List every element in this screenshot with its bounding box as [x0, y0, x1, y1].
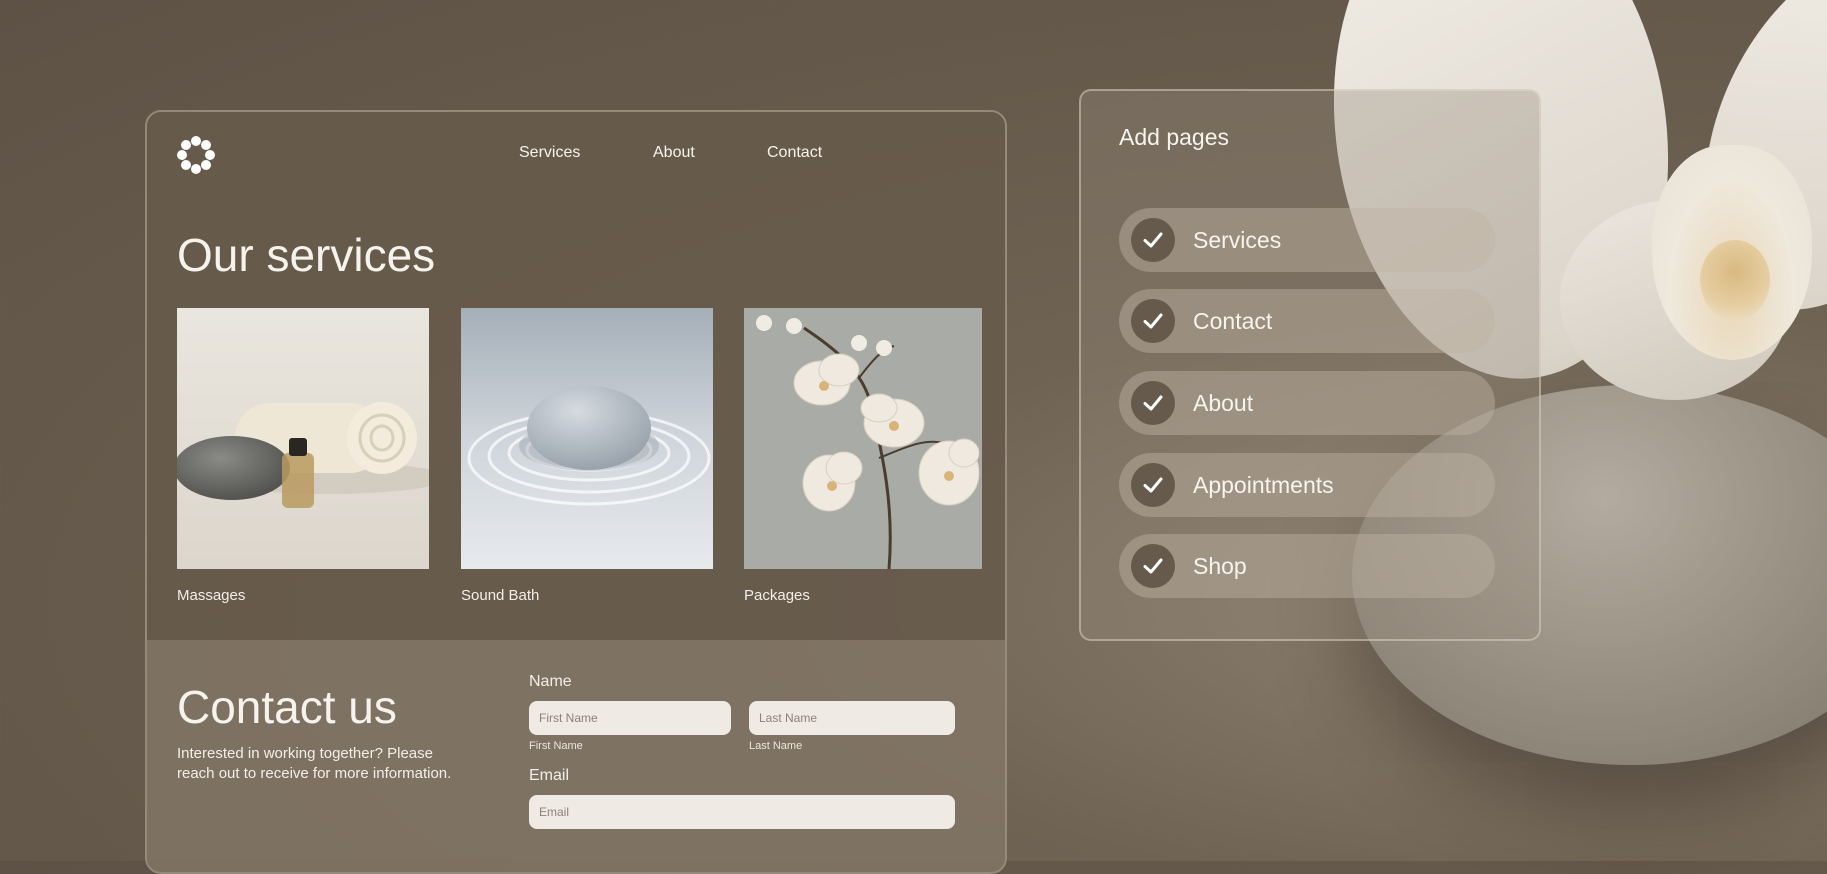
massages-image[interactable] [177, 308, 429, 569]
website-preview-card: Services About Contact Our services Mass… [145, 110, 1007, 874]
email-label: Email [529, 767, 570, 784]
checkmark-icon[interactable] [1131, 218, 1175, 262]
page-title: Our services [177, 229, 436, 281]
add-pages-title: Add pages [1119, 124, 1229, 150]
page-item-appointments[interactable]: Appointments [1119, 453, 1495, 517]
nav-link-contact[interactable]: Contact [767, 144, 822, 162]
last-name-caption: Last Name [749, 740, 803, 752]
page-item-label: About [1193, 389, 1254, 416]
checkmark-icon[interactable] [1131, 463, 1175, 507]
page-item-label: Services [1193, 226, 1282, 253]
service-label-packages[interactable]: Packages [744, 587, 810, 604]
add-pages-panel: Add pages Services Contact About Appoint… [1079, 89, 1541, 641]
page-item-contact[interactable]: Contact [1119, 289, 1495, 353]
service-label-massages[interactable]: Massages [177, 587, 245, 604]
last-name-input[interactable] [749, 701, 955, 735]
page-item-shop[interactable]: Shop [1119, 534, 1495, 598]
first-name-input[interactable] [529, 701, 731, 735]
packages-image[interactable] [744, 308, 982, 569]
nav-link-about[interactable]: About [653, 144, 695, 162]
nav-link-services[interactable]: Services [519, 144, 580, 162]
contact-title: Contact us [177, 681, 397, 733]
contact-description: Interested in working together? Please r… [177, 745, 452, 782]
checkmark-icon[interactable] [1131, 299, 1175, 343]
checkmark-icon[interactable] [1131, 544, 1175, 588]
page-item-services[interactable]: Services [1119, 208, 1495, 272]
page-item-label: Appointments [1193, 471, 1334, 498]
name-label: Name [529, 673, 572, 690]
page-item-label: Shop [1193, 552, 1247, 579]
service-label-sound-bath[interactable]: Sound Bath [461, 587, 539, 604]
services-section: Services About Contact Our services Mass… [147, 112, 1005, 640]
page-item-about[interactable]: About [1119, 371, 1495, 435]
page-item-label: Contact [1193, 307, 1273, 334]
sound-bath-image[interactable] [461, 308, 713, 569]
first-name-caption: First Name [529, 740, 583, 752]
email-input[interactable] [529, 795, 955, 829]
orchid-lip-decoration [1700, 240, 1770, 320]
flower-logo-icon[interactable] [177, 136, 215, 174]
checkmark-icon[interactable] [1131, 381, 1175, 425]
